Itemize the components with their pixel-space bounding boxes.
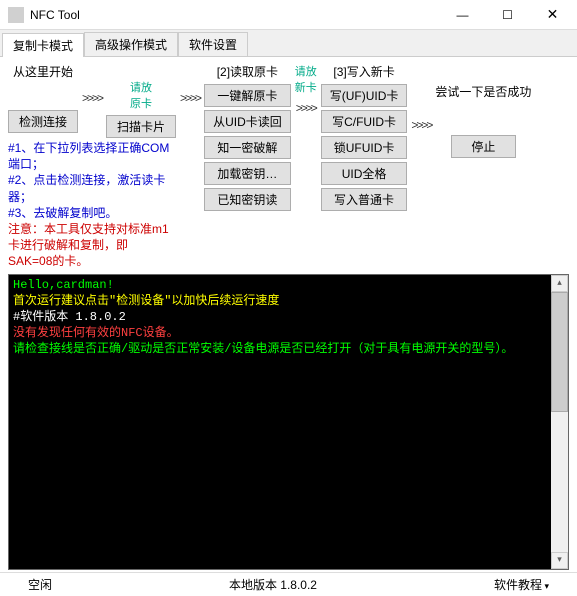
note-warning: 注意：本工具仅支持对标准m1卡进行破解和复制，即SAK=08的卡。 — [8, 221, 171, 270]
console-line: 请检查接线是否正确/驱动是否正常安装/设备电源是否已经打开（对于具有电源开关的型… — [13, 341, 564, 357]
section-verify: 尝试一下是否成功 停止 — [435, 63, 531, 158]
console-output: Hello,cardman! 首次运行建议点击"检测设备"以加快后续运行速度 #… — [8, 274, 569, 570]
known-key-read-button[interactable]: 已知密钥读 — [204, 188, 291, 211]
section-start: 从这里开始 检测连接 — [8, 63, 78, 133]
hint-place-new: 请放新卡 — [295, 63, 317, 95]
section-write-new: [3]写入新卡 写(UF)UID卡 写C/FUID卡 锁UFUID卡 UID全格… — [321, 63, 408, 211]
arrow-icon: >>>> — [411, 63, 431, 132]
note-line: #2、点击检测连接，激活读卡器； — [8, 172, 171, 204]
tab-copy-mode[interactable]: 复制卡模式 — [2, 33, 84, 57]
section-write-head: [3]写入新卡 — [333, 63, 394, 80]
note-line: #3、去破解复制吧。 — [8, 205, 171, 221]
section-start-head: 从这里开始 — [13, 63, 73, 80]
toolbar: 从这里开始 检测连接 >>>> 请放原卡 扫描卡片 >>>> #1、在下拉列表选… — [0, 57, 577, 274]
tab-settings[interactable]: 软件设置 — [178, 32, 248, 56]
scan-card-button[interactable]: 扫描卡片 — [106, 115, 176, 138]
arrow-icon: >>>> — [180, 63, 200, 105]
console-line: 首次运行建议点击"检测设备"以加快后续运行速度 — [13, 293, 564, 309]
write-uf-uid-button[interactable]: 写(UF)UID卡 — [321, 84, 408, 107]
console-line: #软件版本 1.8.0.2 — [13, 309, 564, 325]
scroll-up-icon[interactable]: ▴ — [551, 275, 568, 292]
maximize-button[interactable]: ☐ — [485, 1, 530, 29]
try-label: 尝试一下是否成功 — [435, 83, 531, 100]
detect-connect-button[interactable]: 检测连接 — [8, 110, 78, 133]
minimize-button[interactable]: — — [440, 1, 485, 29]
status-bar: 空闲 本地版本 1.8.0.2 软件教程 — [0, 572, 577, 596]
console-line: Hello,cardman! — [13, 277, 564, 293]
write-cfuid-button[interactable]: 写C/FUID卡 — [321, 110, 408, 133]
console-scrollbar[interactable]: ▴ ▾ — [551, 275, 568, 569]
status-state: 空闲 — [8, 576, 72, 593]
instructions-text: #1、在下拉列表选择正确COM端口； #2、点击检测连接，激活读卡器； #3、去… — [8, 140, 171, 270]
scroll-down-icon[interactable]: ▾ — [551, 552, 568, 569]
uid-full-format-button[interactable]: UID全格 — [321, 162, 408, 185]
placeholder — [41, 82, 44, 106]
hint-place-original: 请放原卡 — [130, 79, 152, 111]
tab-bar: 复制卡模式 高级操作模式 软件设置 — [0, 30, 577, 57]
scroll-thumb[interactable] — [551, 292, 568, 412]
note-line: #1、在下拉列表选择正确COM端口； — [8, 140, 171, 172]
read-from-uid-button[interactable]: 从UID卡读回 — [204, 110, 291, 133]
scroll-track[interactable] — [551, 412, 568, 552]
section-read-original: [2]读取原卡 一键解原卡 从UID卡读回 知一密破解 加载密钥… 已知密钥读 — [204, 63, 291, 211]
stop-button[interactable]: 停止 — [451, 135, 516, 158]
arrow-icon: >>>> — [296, 97, 316, 115]
status-version: 本地版本 1.8.0.2 — [72, 576, 474, 593]
hint-new-card: 请放新卡 >>>> — [295, 63, 317, 115]
lock-ufuid-button[interactable]: 锁UFUID卡 — [321, 136, 408, 159]
title-bar: NFC Tool — ☐ ✕ — [0, 0, 577, 30]
tutorial-dropdown[interactable]: 软件教程 — [474, 576, 569, 593]
load-key-button[interactable]: 加载密钥… — [204, 162, 291, 185]
arrow-icon: >>>> — [82, 63, 102, 105]
window-title: NFC Tool — [30, 8, 440, 22]
section-read-head: [2]读取原卡 — [217, 63, 278, 80]
onekey-crack-button[interactable]: 一键解原卡 — [204, 84, 291, 107]
placeholder — [139, 63, 142, 77]
close-button[interactable]: ✕ — [530, 1, 575, 29]
section-scan: 请放原卡 扫描卡片 — [106, 63, 176, 138]
known-one-crack-button[interactable]: 知一密破解 — [204, 136, 291, 159]
write-normal-button[interactable]: 写入普通卡 — [321, 188, 408, 211]
tab-advanced-mode[interactable]: 高级操作模式 — [84, 32, 178, 56]
app-icon — [8, 7, 24, 23]
console-line: 没有发现任何有效的NFC设备。 — [13, 325, 564, 341]
